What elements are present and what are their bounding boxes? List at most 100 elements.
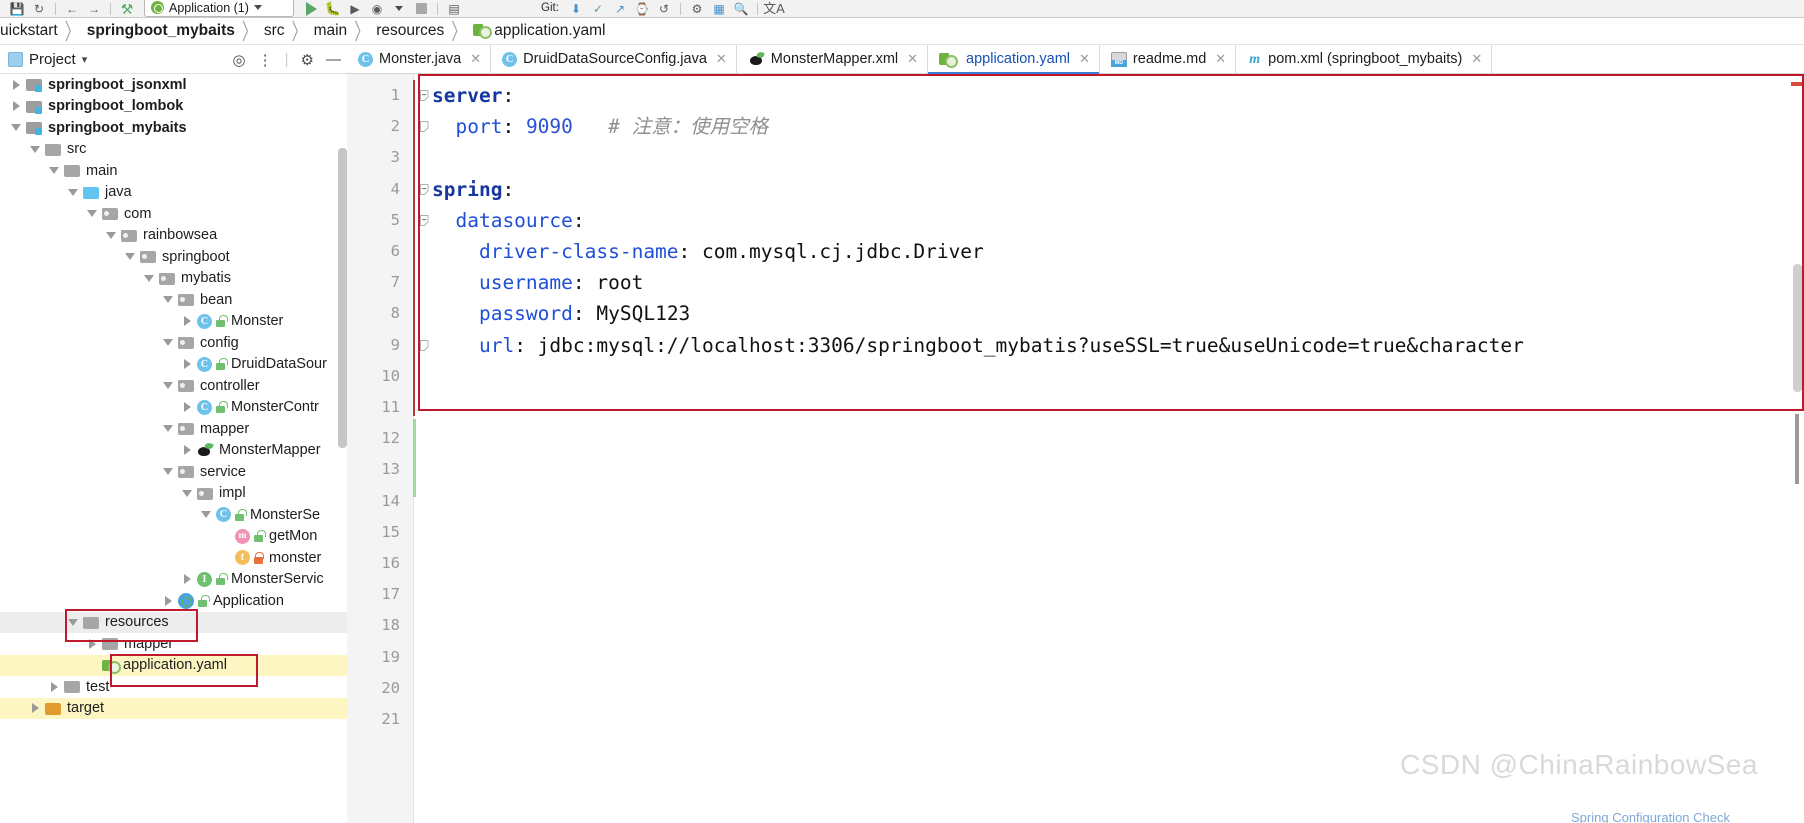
chevron-down-icon[interactable]: ▾	[82, 53, 88, 66]
code-line-8[interactable]: password: MySQL123	[432, 298, 690, 329]
editor-tab-readme-md[interactable]: readme.md✕	[1100, 45, 1236, 73]
git-update-icon[interactable]: ⬇	[565, 0, 587, 18]
tree-item-monsterse[interactable]: CMonsterSe	[0, 504, 347, 526]
tree-item-test[interactable]: test	[0, 676, 347, 698]
chevron-right-icon[interactable]	[181, 397, 193, 419]
chevron-right-icon[interactable]	[181, 354, 193, 376]
search-icon[interactable]: 🔍	[730, 0, 752, 18]
tree-item-resources[interactable]: resources	[0, 612, 347, 634]
tree-item-application-yaml[interactable]: application.yaml	[0, 655, 347, 677]
chevron-down-icon[interactable]	[254, 5, 262, 10]
tree-item-druiddatasour[interactable]: CDruidDataSour	[0, 354, 347, 376]
editor-tab-pom-xml-springboot-mybaits-[interactable]: mpom.xml (springboot_mybaits)✕	[1236, 45, 1492, 73]
close-icon[interactable]: ✕	[1471, 51, 1482, 67]
gear-icon[interactable]: ⚙	[686, 0, 708, 18]
tree-item-monstermapper[interactable]: MonsterMapper	[0, 440, 347, 462]
chevron-right-icon[interactable]	[10, 96, 22, 118]
tree-item-src[interactable]: src	[0, 139, 347, 161]
code-line-9[interactable]: url: jdbc:mysql://localhost:3306/springb…	[432, 330, 1524, 361]
run-configuration-selector[interactable]: Application (1)	[144, 0, 294, 17]
chevron-right-icon[interactable]	[29, 698, 41, 720]
locate-icon[interactable]: ◎	[233, 51, 246, 69]
chevron-down-icon[interactable]	[48, 160, 60, 182]
code-line-2[interactable]: port: 9090 # 注意：使用空格	[432, 111, 768, 142]
close-icon[interactable]: ✕	[1079, 51, 1090, 67]
chevron-down-icon[interactable]	[86, 203, 98, 225]
tree-item-service[interactable]: service	[0, 461, 347, 483]
breadcrumb-item-main[interactable]: main	[314, 22, 348, 40]
editor-tab-monstermapper-xml[interactable]: MonsterMapper.xml✕	[737, 45, 928, 73]
chevron-down-icon[interactable]	[162, 289, 174, 311]
chevron-right-icon[interactable]	[86, 633, 98, 655]
breadcrumb-item-uickstart[interactable]: uickstart	[0, 22, 58, 40]
chevron-down-icon[interactable]	[162, 375, 174, 397]
save-icon[interactable]: 💾	[6, 0, 28, 18]
tree-item-java[interactable]: java	[0, 182, 347, 204]
code-line-6[interactable]: driver-class-name: com.mysql.cj.jdbc.Dri…	[432, 236, 984, 267]
editor-tab-monster-java[interactable]: CMonster.java✕	[347, 45, 491, 73]
chevron-down-icon[interactable]	[162, 461, 174, 483]
close-icon[interactable]: ✕	[716, 51, 727, 67]
chevron-right-icon[interactable]	[162, 590, 174, 612]
error-stripe-mark[interactable]	[1795, 414, 1799, 484]
sync-icon[interactable]: ↻	[28, 0, 50, 18]
tree-item-getmon[interactable]: mgetMon	[0, 526, 347, 548]
tree-item-monster[interactable]: fmonster	[0, 547, 347, 569]
breadcrumb-item-application-yaml[interactable]: application.yaml	[473, 22, 605, 40]
breadcrumb-item-resources[interactable]: resources	[376, 22, 444, 40]
code-fold-marker[interactable]	[417, 111, 431, 142]
code-line-7[interactable]: username: root	[432, 267, 643, 298]
chevron-right-icon[interactable]	[48, 676, 60, 698]
chevron-down-icon[interactable]	[105, 225, 117, 247]
editor-vertical-scrollbar[interactable]	[1791, 74, 1804, 823]
git-commit-icon[interactable]: ✓	[587, 0, 609, 18]
tree-item-main[interactable]: main	[0, 160, 347, 182]
tree-item-com[interactable]: com	[0, 203, 347, 225]
forward-arrow-icon[interactable]: →	[83, 0, 105, 18]
chevron-down-icon[interactable]	[124, 246, 136, 268]
breadcrumb-item-springboot-mybaits[interactable]: springboot_mybaits	[87, 22, 235, 40]
close-icon[interactable]: ✕	[1215, 51, 1226, 67]
tree-item-springboot[interactable]: springboot	[0, 246, 347, 268]
git-push-icon[interactable]: ↗	[609, 0, 631, 18]
editor-code-area[interactable]: server: port: 9090 # 注意：使用空格spring: data…	[432, 74, 1804, 823]
chevron-down-icon[interactable]	[143, 268, 155, 290]
tree-item-application[interactable]: Application	[0, 590, 347, 612]
tree-item-target[interactable]: target	[0, 698, 347, 720]
chevron-down-icon[interactable]	[29, 139, 41, 161]
chevron-right-icon[interactable]	[10, 74, 22, 96]
git-history-icon[interactable]: ⌚	[631, 0, 653, 18]
git-rollback-icon[interactable]: ↺	[653, 0, 675, 18]
code-fold-marker[interactable]	[417, 330, 431, 361]
code-line-1[interactable]: server:	[432, 80, 514, 111]
chevron-down-icon[interactable]	[10, 117, 22, 139]
tree-item-mapper[interactable]: mapper	[0, 418, 347, 440]
tree-item-springboot-mybaits[interactable]: springboot_mybaits	[0, 117, 347, 139]
editor-gutter[interactable]: 123456789101112131415161718192021	[347, 74, 414, 823]
chevron-down-icon[interactable]	[162, 332, 174, 354]
chevron-down-icon[interactable]	[181, 483, 193, 505]
project-tree[interactable]: springboot_jsonxmlspringboot_lomboksprin…	[0, 74, 347, 823]
collapse-all-icon[interactable]: ⋮	[258, 51, 273, 69]
tree-item-impl[interactable]: impl	[0, 483, 347, 505]
chevron-down-icon[interactable]	[162, 418, 174, 440]
chevron-down-icon[interactable]	[67, 612, 79, 634]
tree-item-mapper[interactable]: mapper	[0, 633, 347, 655]
code-fold-marker[interactable]	[417, 80, 431, 111]
editor-tab-druiddatasourceconfig-java[interactable]: CDruidDataSourceConfig.java✕	[491, 45, 737, 73]
tree-item-springboot-lombok[interactable]: springboot_lombok	[0, 96, 347, 118]
scrollbar-thumb[interactable]	[1793, 264, 1802, 392]
tree-item-bean[interactable]: bean	[0, 289, 347, 311]
chevron-right-icon[interactable]	[181, 569, 193, 591]
chevron-right-icon[interactable]	[181, 440, 193, 462]
tree-item-mybatis[interactable]: mybatis	[0, 268, 347, 290]
tree-item-monster[interactable]: CMonster	[0, 311, 347, 333]
code-editor[interactable]: 123456789101112131415161718192021 server…	[347, 74, 1804, 823]
tree-item-config[interactable]: config	[0, 332, 347, 354]
hide-panel-icon[interactable]: —	[326, 51, 341, 68]
close-icon[interactable]: ✕	[470, 51, 481, 67]
chevron-right-icon[interactable]	[181, 311, 193, 333]
code-fold-marker[interactable]	[417, 174, 431, 205]
stop-icon[interactable]	[410, 0, 432, 18]
chevron-down-icon[interactable]	[67, 182, 79, 204]
